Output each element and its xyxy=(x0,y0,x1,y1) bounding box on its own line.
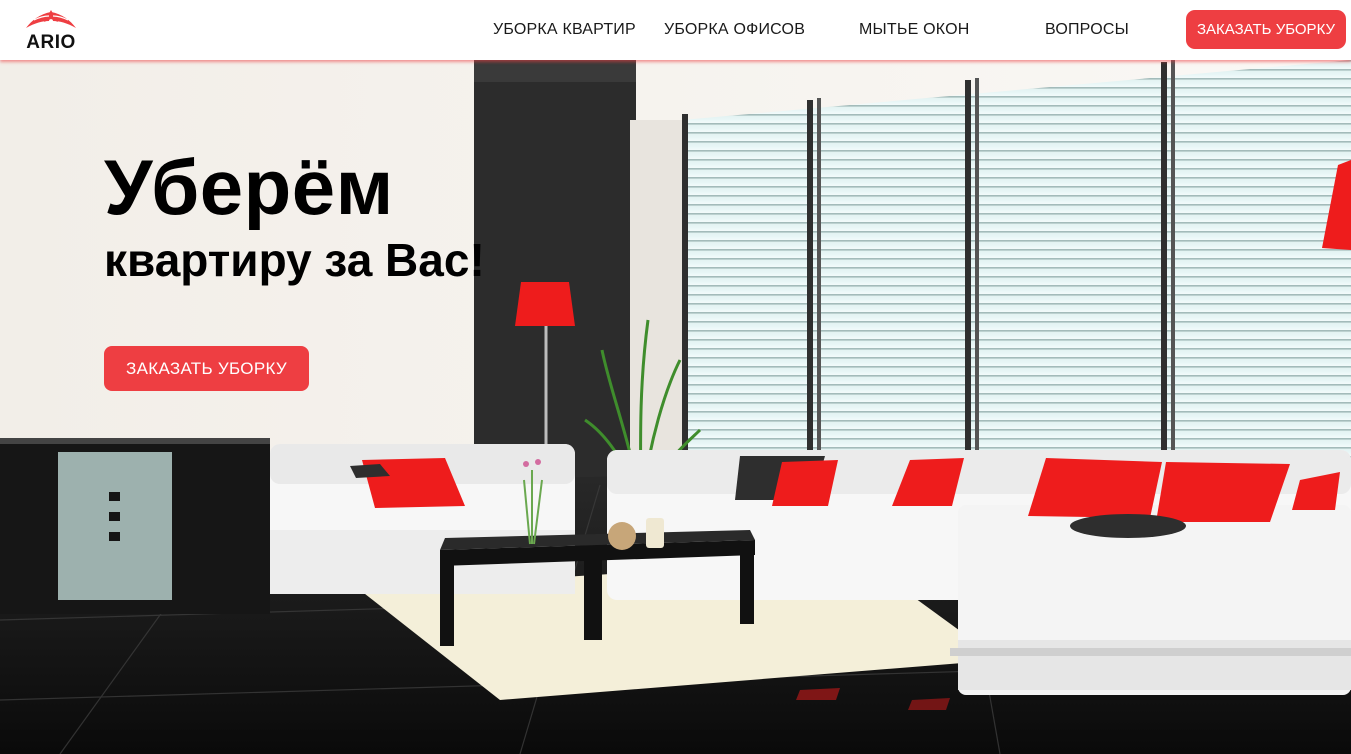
hero-section: Уберём квартиру за Вас! ЗАКАЗАТЬ УБОРКУ xyxy=(0,60,1351,754)
nav-item-faq[interactable]: ВОПРОСЫ xyxy=(1045,20,1129,40)
nav-item-window-washing[interactable]: МЫТЬЕ ОКОН xyxy=(859,20,969,40)
site-header: ARIO УБОРКА КВАРТИР УБОРКА ОФИСОВ МЫТЬЕ … xyxy=(0,0,1351,60)
logo-wordmark: ARIO xyxy=(26,32,76,53)
order-cleaning-button-header[interactable]: ЗАКАЗАТЬ УБОРКУ xyxy=(1186,10,1346,49)
nav-item-apartment-cleaning[interactable]: УБОРКА КВАРТИР xyxy=(493,20,636,40)
logo-emblem-icon xyxy=(26,10,76,28)
nav-item-office-cleaning[interactable]: УБОРКА ОФИСОВ xyxy=(664,20,805,40)
brand-logo[interactable]: ARIO xyxy=(20,8,82,54)
hero-subtitle: квартиру за Вас! xyxy=(104,234,485,286)
hero-title: Уберём xyxy=(104,143,394,231)
order-cleaning-button-hero[interactable]: ЗАКАЗАТЬ УБОРКУ xyxy=(104,346,309,391)
